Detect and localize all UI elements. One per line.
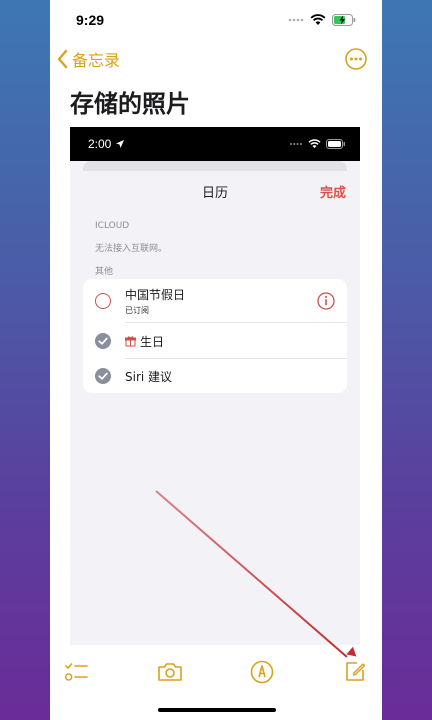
calendar-title: 中国节假日 (125, 288, 186, 302)
section-other: 其他 (95, 267, 114, 277)
calendar-row-birthdays[interactable]: 生日 (83, 323, 347, 359)
gift-icon (125, 336, 136, 347)
markup-button[interactable] (247, 657, 277, 687)
bottom-toolbar (50, 650, 382, 694)
more-icon[interactable] (344, 47, 368, 71)
note-title: 存储的照片 (70, 90, 190, 118)
screenshot-signal-icon (289, 142, 303, 146)
phone-screen: 9:29 备忘录 存储的照片 2:00 日历 完成 ICLOUD 无法接入互联网… (50, 0, 382, 720)
screenshot-battery-icon (326, 139, 345, 149)
back-button[interactable]: 备忘录 (56, 47, 120, 71)
section-icloud: ICLOUD (95, 221, 130, 231)
camera-button[interactable] (155, 657, 185, 687)
battery-charging-icon (332, 14, 356, 26)
checked-circle-icon[interactable] (95, 368, 111, 384)
calendar-row-holidays[interactable]: 中国节假日 已订阅 (83, 279, 347, 323)
location-arrow-icon (116, 140, 125, 148)
checklist-button[interactable] (62, 657, 92, 687)
done-button[interactable]: 完成 (320, 182, 346, 201)
calendar-list: 中国节假日 已订阅 生日 Siri 建议 (83, 279, 347, 393)
compose-icon (346, 662, 366, 681)
signal-icon (288, 18, 304, 22)
info-icon[interactable] (317, 292, 335, 310)
status-bar: 9:29 (50, 0, 382, 40)
screenshot-status-time: 2:00 (88, 137, 112, 151)
wifi-icon (310, 14, 326, 25)
sheet-header: 日历 完成 (70, 171, 360, 211)
calendar-row-siri[interactable]: Siri 建议 (83, 359, 347, 393)
markup-icon (251, 660, 274, 684)
camera-icon (157, 663, 182, 681)
checked-circle-icon[interactable] (95, 333, 111, 349)
icloud-offline-note: 无法接入互联网。 (95, 244, 168, 254)
status-time: 9:29 (76, 12, 105, 28)
calendar-subtitle: 已订阅 (125, 306, 149, 315)
unchecked-circle-icon[interactable] (95, 293, 111, 309)
back-label: 备忘录 (72, 51, 121, 70)
nav-bar: 备忘录 (50, 40, 382, 78)
sheet-title: 日历 (201, 186, 228, 201)
calendar-sheet: 日历 完成 ICLOUD 无法接入互联网。 其他 中国节假日 已订阅 生日 Si… (70, 171, 360, 645)
status-icons (288, 14, 356, 26)
back-chevron-icon (57, 49, 68, 69)
screenshot-wifi-icon (308, 139, 321, 149)
compose-button[interactable] (340, 657, 370, 687)
calendar-title: 生日 (140, 335, 165, 349)
embedded-screenshot[interactable]: 2:00 日历 完成 ICLOUD 无法接入互联网。 其他 中国节假日 已订阅 … (70, 127, 360, 645)
checklist-icon (64, 663, 88, 681)
calendar-title: Siri 建议 (125, 370, 173, 384)
screenshot-status-bar: 2:00 (70, 127, 360, 161)
home-indicator (158, 708, 276, 712)
